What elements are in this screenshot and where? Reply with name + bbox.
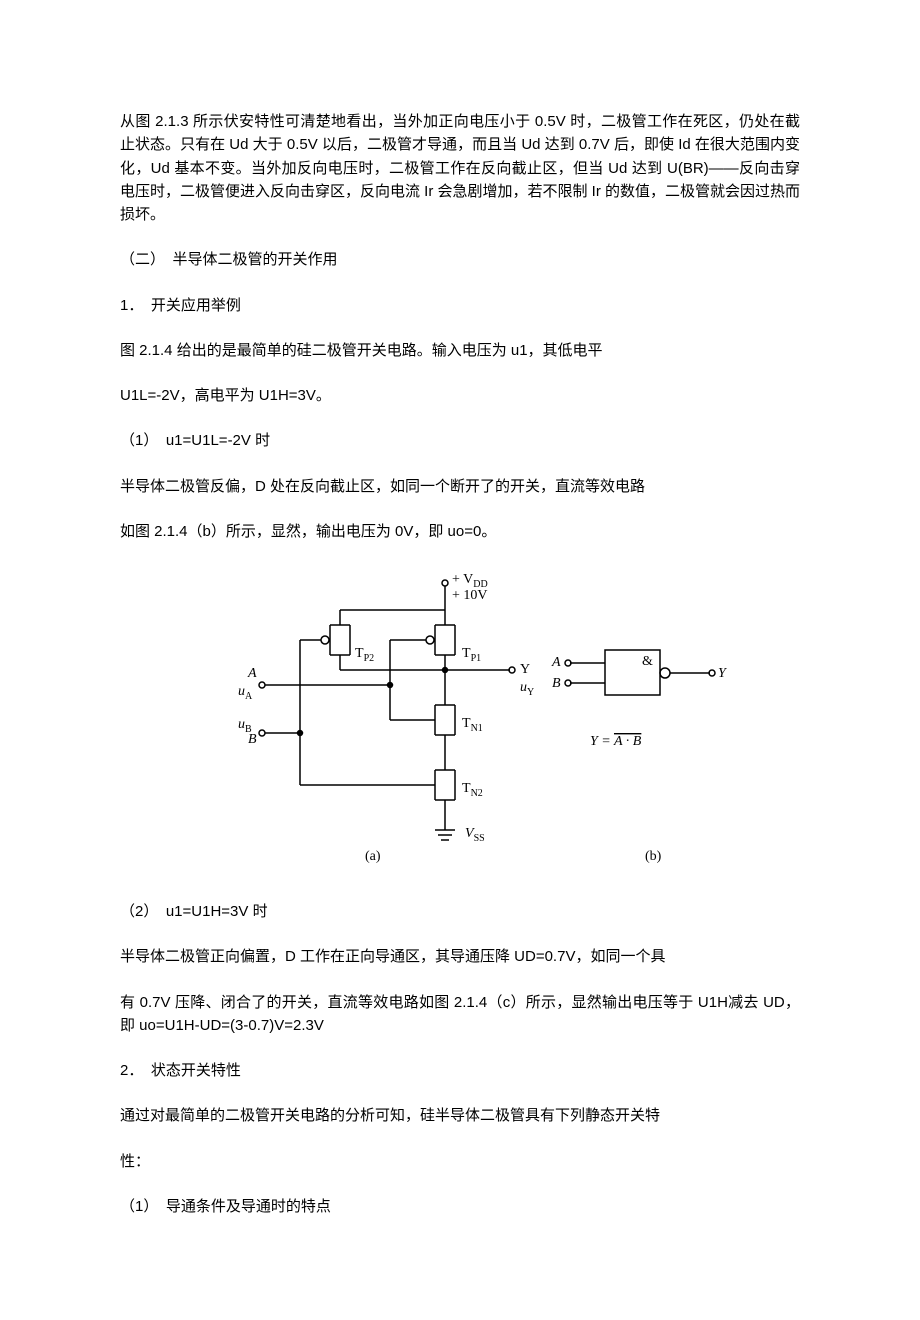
svg-text:(a): (a) bbox=[365, 849, 381, 864]
svg-text:TP2: TP2 bbox=[355, 646, 374, 664]
svg-text:uY: uY bbox=[520, 680, 534, 698]
svg-text:&: & bbox=[642, 654, 653, 669]
paragraph-6: （1） u1=U1L=-2V 时 bbox=[120, 429, 800, 452]
paragraph-4: 图 2.1.4 给出的是最简单的硅二极管开关电路。输入电压为 u1，其低电平 bbox=[120, 339, 800, 362]
svg-text:+ 10V: + 10V bbox=[452, 588, 488, 603]
svg-text:B: B bbox=[552, 676, 561, 691]
svg-text:Y: Y bbox=[520, 662, 530, 677]
paragraph-11: 有 0.7V 压降、闭合了的开关，直流等效电路如图 2.1.4（c）所示，显然输… bbox=[120, 991, 800, 1038]
figure-2-1-4: + VDD + 10V TP2 TP1 Y uY A u bbox=[120, 565, 800, 875]
svg-text:TN2: TN2 bbox=[462, 781, 483, 799]
svg-text:A: A bbox=[247, 666, 257, 681]
svg-text:uA: uA bbox=[238, 684, 253, 702]
heading-section-2: （二） 半导体二极管的开关作用 bbox=[120, 248, 800, 271]
svg-text:TP1: TP1 bbox=[462, 646, 481, 664]
paragraph-15: （1） 导通条件及导通时的特点 bbox=[120, 1195, 800, 1218]
heading-item-2: 2． 状态开关特性 bbox=[120, 1059, 800, 1082]
paragraph-8: 如图 2.1.4（b）所示，显然，输出电压为 0V，即 uo=0。 bbox=[120, 520, 800, 543]
paragraph-14: 性： bbox=[120, 1150, 800, 1173]
svg-text:uB: uB bbox=[238, 717, 252, 735]
svg-text:(b): (b) bbox=[645, 849, 662, 864]
paragraph-13: 通过对最简单的二极管开关电路的分析可知，硅半导体二极管具有下列静态开关特 bbox=[120, 1104, 800, 1127]
paragraph-intro: 从图 2.1.3 所示伏安特性可清楚地看出，当外加正向电压小于 0.5V 时，二… bbox=[120, 110, 800, 226]
svg-text:TN1: TN1 bbox=[462, 716, 483, 734]
paragraph-10: 半导体二极管正向偏置，D 工作在正向导通区，其导通压降 UD=0.7V，如同一个… bbox=[120, 945, 800, 968]
svg-text:Y = A · B: Y = A · B bbox=[590, 734, 642, 749]
svg-text:A: A bbox=[551, 655, 561, 670]
circuit-diagram: + VDD + 10V TP2 TP1 Y uY A u bbox=[190, 565, 730, 875]
svg-text:Y: Y bbox=[718, 666, 728, 681]
heading-item-1: 1． 开关应用举例 bbox=[120, 294, 800, 317]
svg-text:VSS: VSS bbox=[465, 826, 485, 844]
paragraph-9: （2） u1=U1H=3V 时 bbox=[120, 900, 800, 923]
paragraph-7: 半导体二极管反偏，D 处在反向截止区，如同一个断开了的开关，直流等效电路 bbox=[120, 475, 800, 498]
paragraph-5: U1L=-2V，高电平为 U1H=3V。 bbox=[120, 384, 800, 407]
